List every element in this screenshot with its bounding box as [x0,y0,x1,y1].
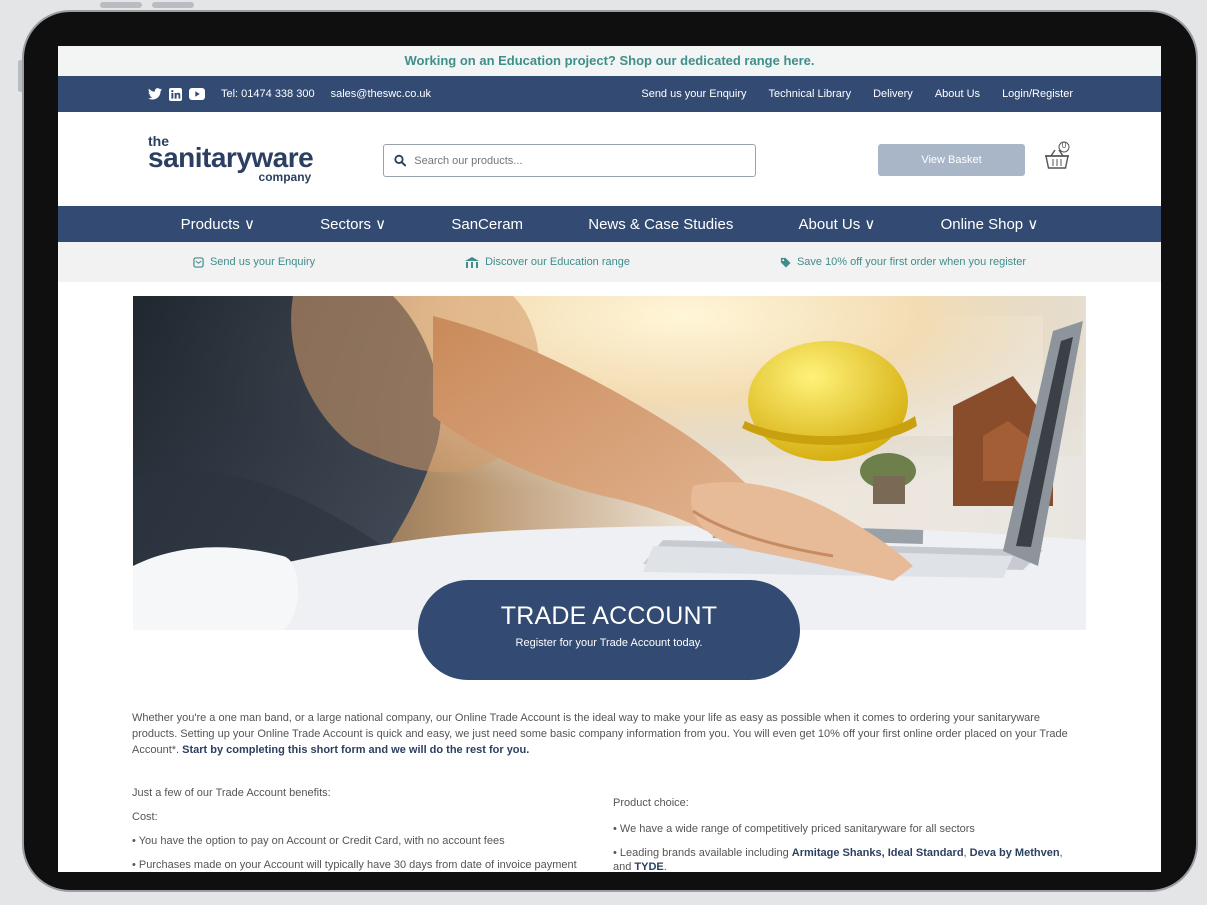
product-item-2: • Leading brands available including Arm… [613,846,1083,872]
phone-number[interactable]: Tel: 01474 338 300 [221,88,315,100]
nav-products[interactable]: Products ∨ [181,215,255,233]
browser-screen: Working on an Education project? Shop ou… [58,46,1161,872]
nav-sectors[interactable]: Sectors ∨ [320,215,386,233]
benefits-cost-column: Just a few of our Trade Account benefits… [132,786,602,872]
twitter-icon[interactable] [148,88,162,100]
school-icon [465,256,480,268]
nav-online-shop[interactable]: Online Shop ∨ [941,215,1039,233]
view-basket-button[interactable]: View Basket [878,144,1025,176]
search-icon[interactable] [394,154,407,167]
toplink-login-register[interactable]: Login/Register [1002,88,1073,100]
logo-main: sanitaryware [148,142,314,173]
envelope-icon [193,256,204,268]
brand-tyde[interactable]: TYDE [634,861,663,872]
volume-button-2 [152,2,194,8]
nav-about-us[interactable]: About Us ∨ [799,215,876,233]
product-item-2-pre: • Leading brands available including [613,847,792,859]
usp-enquiry-label: Send us your Enquiry [209,256,316,268]
toplink-about-us[interactable]: About Us [935,88,980,100]
product-heading: Product choice: [613,797,689,809]
benefits-product-column: Product choice: • We have a wide range o… [613,796,1083,872]
cost-heading: Cost: [132,811,158,823]
top-bar: Tel: 01474 338 300 sales@theswc.co.uk Se… [58,76,1161,112]
main-navigation: Products ∨ Sectors ∨ SanCeram News & Cas… [58,206,1161,242]
toplink-delivery[interactable]: Delivery [873,88,913,100]
social-links [148,87,205,101]
usp-education-label: Discover our Education range [485,256,630,268]
usp-discount-label: Save 10% off your first order when you r… [796,256,1027,268]
intro-cta[interactable]: Start by completing this short form and … [182,744,529,756]
basket-count: 0 [1061,141,1067,150]
top-links: Send us your Enquiry Technical Library D… [641,88,1073,100]
product-item-1: • We have a wide range of competitively … [613,823,975,835]
usp-education[interactable]: Discover our Education range [465,256,630,268]
toplink-technical-library[interactable]: Technical Library [769,88,852,100]
benefits-heading: Just a few of our Trade Account benefits… [132,787,331,799]
cost-item-1: • You have the option to pay on Account … [132,835,505,847]
nav-sanceram[interactable]: SanCeram [451,216,523,233]
promo-banner[interactable]: Working on an Education project? Shop ou… [58,46,1161,76]
brand-armitage-ideal[interactable]: Armitage Shanks, Ideal Standard [792,847,964,859]
usp-enquiry[interactable]: Send us your Enquiry [193,256,315,268]
site-header: the sanitaryware company View Basket 0 [58,112,1161,206]
promo-link[interactable]: Working on an Education project? Shop ou… [404,53,814,68]
volume-button [100,2,142,8]
youtube-icon[interactable] [189,88,205,100]
basket-icon-wrap[interactable]: 0 [1042,140,1072,177]
brand-deva[interactable]: Deva by Methven [970,847,1060,859]
email-link[interactable]: sales@theswc.co.uk [331,88,431,100]
trade-account-banner: TRADE ACCOUNT Register for your Trade Ac… [418,580,800,680]
search-input[interactable] [414,154,745,167]
trade-account-title: TRADE ACCOUNT [500,602,718,630]
tag-icon [780,257,791,268]
usp-discount[interactable]: Save 10% off your first order when you r… [780,256,1026,268]
toplink-enquiry[interactable]: Send us your Enquiry [641,88,746,100]
product-item-2-end: . [663,861,667,872]
trade-account-subtitle: Register for your Trade Account today. [515,637,703,649]
search-bar [383,144,756,177]
nav-news-case-studies[interactable]: News & Case Studies [588,216,733,233]
linkedin-icon[interactable] [169,87,182,101]
cost-item-2: • Purchases made on your Account will ty… [132,859,577,871]
usp-bar: Send us your Enquiry Discover our Educat… [58,242,1161,282]
site-logo[interactable]: the sanitaryware company [148,134,314,183]
intro-paragraph: Whether you're a one man band, or a larg… [132,710,1087,758]
